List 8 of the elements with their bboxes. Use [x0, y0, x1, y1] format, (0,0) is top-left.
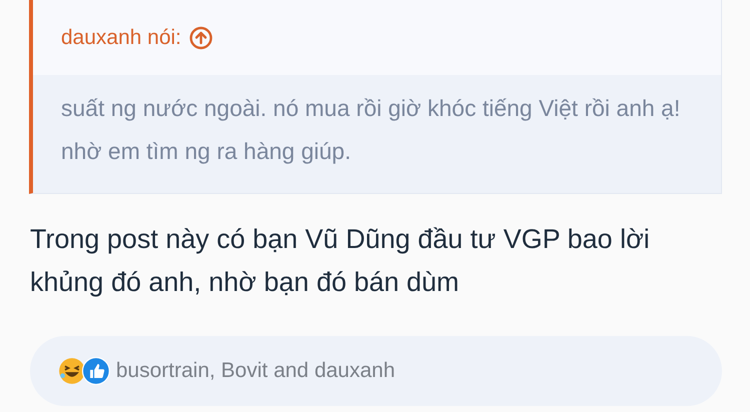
- thumbs-up-icon: [82, 357, 110, 385]
- quote-author[interactable]: dauxanh nói:: [61, 26, 182, 50]
- arrow-up-circle-icon[interactable]: [189, 26, 214, 50]
- post-text: Trong post này có bạn Vũ Dũng đầu tư VGP bao lời khủng đó anh, nhờ bạn đó bán dùm: [30, 223, 651, 299]
- quote-text: suất ng nước ngoài. nó mua rồi giờ khóc tiếng Việt rồi anh ạ! nhờ em tìm ng ra hàng giúp.: [61, 94, 682, 166]
- laughing-emoji-icon: [58, 357, 86, 385]
- reaction-users: busortrain, Bovit and dauxanh: [116, 359, 396, 383]
- reactions-bar[interactable]: busortrain, Bovit and dauxanh: [30, 336, 722, 406]
